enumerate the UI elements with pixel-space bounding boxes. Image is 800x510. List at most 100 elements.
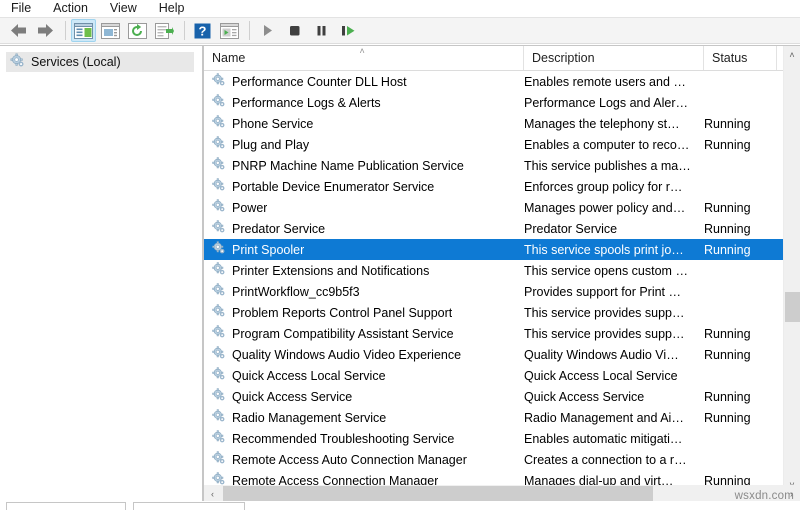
properties-icon[interactable] bbox=[98, 19, 123, 42]
restart-service-icon[interactable] bbox=[336, 19, 361, 42]
show-hide-tree-icon[interactable] bbox=[71, 19, 96, 42]
forward-icon[interactable] bbox=[33, 19, 58, 42]
refresh-icon[interactable] bbox=[125, 19, 150, 42]
service-name: Portable Device Enumerator Service bbox=[232, 179, 435, 194]
stop-service-icon[interactable] bbox=[282, 19, 307, 42]
services-list[interactable]: Performance Counter DLL Host Enables remo… bbox=[204, 71, 783, 510]
table-row[interactable]: Performance Logs & Alerts Performance Log… bbox=[204, 92, 783, 113]
start-service-icon[interactable] bbox=[255, 19, 280, 42]
table-row[interactable]: Power Manages power policy and… Running bbox=[204, 197, 783, 218]
service-gear-icon bbox=[212, 283, 226, 300]
cell-name: Printer Extensions and Notifications bbox=[204, 262, 524, 279]
column-header-name[interactable]: Name ˄ bbox=[204, 46, 524, 70]
toolbar-separator-1 bbox=[65, 21, 66, 40]
table-row[interactable]: Print Spooler This service spools print j… bbox=[204, 239, 783, 260]
table-row[interactable]: Performance Counter DLL Host Enables remo… bbox=[204, 71, 783, 92]
service-name: Quick Access Local Service bbox=[232, 368, 386, 383]
cell-description: Performance Logs and Aler… bbox=[524, 95, 688, 110]
table-row[interactable]: Quality Windows Audio Video Experience Qu… bbox=[204, 344, 783, 365]
service-gear-icon bbox=[212, 409, 226, 426]
back-icon[interactable] bbox=[6, 19, 31, 42]
menu-help[interactable]: Help bbox=[156, 0, 195, 17]
show-action-pane-icon[interactable] bbox=[217, 19, 242, 42]
cell-status: Running bbox=[704, 389, 751, 404]
watermark: wsxdn.com bbox=[734, 490, 794, 502]
table-row[interactable]: Quick Access Local Service Quick Access L… bbox=[204, 365, 783, 386]
table-row[interactable]: Program Compatibility Assistant Service T… bbox=[204, 323, 783, 344]
service-gear-icon bbox=[212, 451, 226, 468]
service-gear-icon bbox=[212, 304, 226, 321]
cell-status: Running bbox=[704, 326, 751, 341]
scrollbar-left-arrow[interactable]: ‹ bbox=[204, 485, 221, 502]
menu-file[interactable]: File bbox=[8, 0, 41, 17]
cell-status: Running bbox=[704, 242, 751, 257]
cell-name: Problem Reports Control Panel Support bbox=[204, 304, 524, 321]
cell-status: Running bbox=[704, 410, 751, 425]
menu-bar: File Action View Help bbox=[0, 0, 800, 17]
service-gear-icon bbox=[212, 157, 226, 174]
table-row[interactable]: Quick Access Service Quick Access Service… bbox=[204, 386, 783, 407]
horizontal-scrollbar-thumb[interactable] bbox=[223, 486, 653, 501]
cell-name: Quick Access Service bbox=[204, 388, 524, 405]
table-row[interactable]: Predator Service Predator Service Running bbox=[204, 218, 783, 239]
cell-description: This service provides supp… bbox=[524, 326, 685, 341]
service-gear-icon bbox=[212, 199, 226, 216]
services-list-pane: Name ˄ Description Status ˄ Performance … bbox=[203, 45, 800, 510]
cell-description: This service publishes a ma… bbox=[524, 158, 691, 173]
bottom-tab-strip bbox=[0, 501, 800, 510]
cell-name: PNRP Machine Name Publication Service bbox=[204, 157, 524, 174]
cell-description: Manages power policy and… bbox=[524, 200, 686, 215]
cell-description: Enables a computer to reco… bbox=[524, 137, 690, 152]
column-header-status[interactable]: Status bbox=[704, 46, 777, 70]
pause-service-icon[interactable] bbox=[309, 19, 334, 42]
table-row[interactable]: PNRP Machine Name Publication Service Thi… bbox=[204, 155, 783, 176]
table-row[interactable]: Problem Reports Control Panel Support Thi… bbox=[204, 302, 783, 323]
cell-description: Provides support for Print … bbox=[524, 284, 682, 299]
tab-standard-stub[interactable] bbox=[133, 502, 245, 510]
cell-name: Radio Management Service bbox=[204, 409, 524, 426]
cell-status: Running bbox=[704, 347, 751, 362]
column-header-description-label: Description bbox=[532, 51, 595, 65]
table-row[interactable]: Recommended Troubleshooting Service Enabl… bbox=[204, 428, 783, 449]
service-name: Recommended Troubleshooting Service bbox=[232, 431, 455, 446]
table-row[interactable]: Phone Service Manages the telephony st… Ru… bbox=[204, 113, 783, 134]
cell-name: Performance Counter DLL Host bbox=[204, 73, 524, 90]
service-gear-icon bbox=[212, 136, 226, 153]
horizontal-scrollbar[interactable]: ‹ › bbox=[204, 485, 800, 502]
svg-text:?: ? bbox=[199, 23, 207, 38]
table-row[interactable]: Remote Access Auto Connection Manager Cre… bbox=[204, 449, 783, 470]
service-name: Performance Counter DLL Host bbox=[232, 74, 407, 89]
table-row[interactable]: Plug and Play Enables a computer to reco…… bbox=[204, 134, 783, 155]
vertical-scrollbar[interactable]: ˄ ˅ bbox=[783, 46, 800, 493]
cell-description: This service spools print jo… bbox=[524, 242, 684, 257]
vertical-scrollbar-thumb[interactable] bbox=[785, 292, 800, 322]
main-split: Services (Local) Name ˄ Description Stat… bbox=[0, 45, 800, 510]
service-name: Printer Extensions and Notifications bbox=[232, 263, 430, 278]
cell-name: Predator Service bbox=[204, 220, 524, 237]
service-gear-icon bbox=[212, 388, 226, 405]
export-list-icon[interactable] bbox=[152, 19, 177, 42]
table-row[interactable]: PrintWorkflow_cc9b5f3 Provides support fo… bbox=[204, 281, 783, 302]
service-gear-icon bbox=[212, 367, 226, 384]
table-row[interactable]: Printer Extensions and Notifications This… bbox=[204, 260, 783, 281]
help-icon[interactable]: ? bbox=[190, 19, 215, 42]
service-name: Power bbox=[232, 200, 268, 215]
cell-description: This service opens custom … bbox=[524, 263, 688, 278]
menu-action[interactable]: Action bbox=[50, 0, 98, 17]
sidebar-item-services-local[interactable]: Services (Local) bbox=[6, 52, 194, 72]
service-name: Predator Service bbox=[232, 221, 326, 236]
table-row[interactable]: Portable Device Enumerator Service Enforc… bbox=[204, 176, 783, 197]
tab-extended-stub[interactable] bbox=[6, 502, 126, 510]
table-row[interactable]: Radio Management Service Radio Management… bbox=[204, 407, 783, 428]
scrollbar-up-arrow[interactable]: ˄ bbox=[784, 46, 800, 63]
column-header-description[interactable]: Description bbox=[524, 46, 704, 70]
service-name: Quality Windows Audio Video Experience bbox=[232, 347, 462, 362]
cell-status: Running bbox=[704, 221, 751, 236]
sidebar-item-label: Services (Local) bbox=[31, 55, 121, 69]
cell-description: This service provides supp… bbox=[524, 305, 685, 320]
service-gear-icon bbox=[212, 241, 226, 258]
menu-view[interactable]: View bbox=[107, 0, 147, 17]
service-name: PrintWorkflow_cc9b5f3 bbox=[232, 284, 360, 299]
service-name: Remote Access Auto Connection Manager bbox=[232, 452, 467, 467]
service-gear-icon bbox=[212, 262, 226, 279]
